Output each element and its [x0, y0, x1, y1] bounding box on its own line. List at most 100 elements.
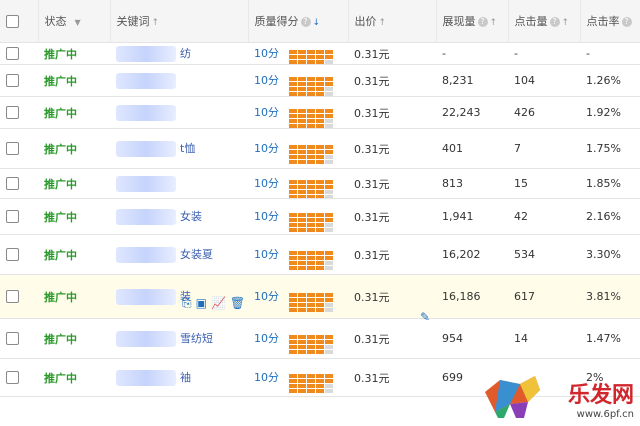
help-icon[interactable]: ?	[477, 17, 488, 27]
clicks-cell: 14	[508, 318, 580, 359]
row-checkbox[interactable]	[0, 358, 38, 397]
bid-header[interactable]: 出价 ↑	[348, 0, 437, 43]
clicks-cell: 426	[508, 96, 580, 129]
clicks-header[interactable]: 点击量? ↑	[508, 0, 581, 43]
quality-score[interactable]: 10分	[254, 47, 279, 60]
blurred-keyword	[116, 72, 176, 89]
blurred-keyword	[116, 209, 176, 225]
sort-icon[interactable]: ↑	[490, 18, 498, 28]
bid-cell[interactable]: 0.31元	[348, 96, 436, 129]
row-tools: ⎘ ▣ 📈 🗑	[182, 296, 249, 311]
status-cell: 推广中	[38, 234, 110, 275]
table-row: 推广中 女装 10分 0.31元 1,941 42 2.16%	[0, 198, 640, 235]
impressions-header[interactable]: 展现量? ↑	[436, 0, 509, 43]
quality-cell: 10分	[248, 128, 348, 169]
keyword-cell[interactable]: 女装	[110, 198, 248, 235]
quality-cell: 10分	[248, 96, 348, 129]
quality-score[interactable]: 10分	[254, 248, 279, 261]
row-checkbox[interactable]	[0, 274, 38, 319]
quality-cell: 10分	[248, 318, 348, 359]
table-row: 推广中 10分 0.31元 8,231 104 1.26%	[0, 64, 640, 97]
keyword-cell[interactable]	[110, 168, 248, 199]
bid-cell[interactable]: 0.31元	[348, 318, 436, 359]
keyword-header[interactable]: 关键词 ↑	[110, 0, 249, 43]
help-icon[interactable]: ?	[300, 17, 311, 27]
status-header[interactable]: 状态 ▼	[38, 0, 111, 43]
ctr-cell: 1.92%	[580, 96, 640, 129]
table-row: 推广中纺 10分 0.31元 - - -	[0, 42, 640, 65]
quality-cell: 10分	[248, 274, 348, 319]
quality-bars-icon	[289, 44, 334, 64]
quality-score[interactable]: 10分	[254, 290, 279, 303]
quality-score[interactable]: 10分	[254, 332, 279, 345]
status-cell: 推广中	[38, 198, 110, 235]
row-checkbox[interactable]	[0, 42, 38, 65]
quality-score[interactable]: 10分	[254, 106, 279, 119]
quality-score[interactable]: 10分	[254, 210, 279, 223]
watermark: 乐发网 www.6pf.cn	[568, 377, 634, 420]
quality-bars-icon	[289, 245, 334, 270]
ctr-cell: 1.26%	[580, 64, 640, 97]
clicks-cell: -	[508, 42, 580, 65]
keyword-cell[interactable]	[110, 64, 248, 97]
blurred-keyword	[116, 331, 176, 347]
row-checkbox[interactable]	[0, 64, 38, 97]
bid-cell[interactable]: 0.31元	[348, 198, 436, 235]
edit-box-icon[interactable]: ▣	[196, 296, 207, 310]
quality-score[interactable]: 10分	[254, 177, 279, 190]
bid-cell[interactable]: 0.31元	[348, 128, 436, 169]
keyword-cell[interactable]: 袖	[110, 358, 248, 397]
sort-icon[interactable]: ↑	[152, 18, 160, 28]
bid-cell[interactable]: 0.31元	[348, 234, 436, 275]
row-checkbox[interactable]	[0, 198, 38, 235]
keyword-cell[interactable]	[110, 96, 248, 129]
ctr-cell: 3.81%	[580, 274, 640, 319]
bid-cell[interactable]: 0.31元	[348, 64, 436, 97]
sort-icon[interactable]: ↑	[562, 18, 570, 28]
quality-cell: 10分	[248, 358, 348, 397]
quality-cell: 10分	[248, 42, 348, 65]
impressions-cell: 16,186	[436, 274, 508, 319]
status-cell: 推广中	[38, 42, 110, 65]
bid-cell[interactable]: 0.31元	[348, 358, 436, 397]
row-checkbox[interactable]	[0, 168, 38, 199]
status-cell: 推广中	[38, 64, 110, 97]
impressions-cell: 16,202	[436, 234, 508, 275]
bid-cell[interactable]: 0.31元	[348, 168, 436, 199]
quality-score[interactable]: 10分	[254, 371, 279, 384]
select-all-checkbox[interactable]	[0, 0, 39, 43]
keyword-table: 状态 ▼ 关键词 ↑ 质量得分? ↓ 出价 ↑ 展现量? ↑ 点击量? ↑ 点击率? 推广中…	[0, 0, 640, 397]
row-checkbox[interactable]	[0, 128, 38, 169]
help-icon[interactable]: ?	[549, 17, 560, 27]
help-icon[interactable]: ?	[621, 17, 632, 27]
row-checkbox[interactable]	[0, 234, 38, 275]
quality-bars-icon	[289, 71, 334, 96]
quality-score[interactable]: 10分	[254, 142, 279, 155]
quality-score[interactable]: 10分	[254, 74, 279, 87]
row-checkbox[interactable]	[0, 318, 38, 359]
sort-down-icon[interactable]: ↓	[313, 18, 321, 28]
quality-cell: 10分	[248, 64, 348, 97]
bid-cell[interactable]: 0.31元	[348, 42, 436, 65]
quality-bars-icon	[289, 287, 334, 312]
quality-bars-icon	[289, 329, 334, 354]
quality-bars-icon	[289, 103, 334, 128]
delete-icon[interactable]: 🗑	[230, 296, 245, 310]
clicks-cell: 104	[508, 64, 580, 97]
chevron-down-icon[interactable]: ▼	[75, 18, 81, 27]
copy-icon[interactable]: ⎘	[182, 296, 192, 310]
keyword-cell[interactable]: 女装夏	[110, 234, 248, 275]
edit-pencil-icon[interactable]: ✎	[420, 310, 430, 324]
keyword-cell[interactable]: 纺	[110, 42, 248, 65]
ctr-header[interactable]: 点击率?	[580, 0, 640, 43]
table-row: 推广中 t恤 10分 0.31元 401 7 1.75%	[0, 128, 640, 169]
row-checkbox[interactable]	[0, 96, 38, 129]
trend-chart-icon[interactable]: 📈	[211, 296, 226, 310]
keyword-cell[interactable]: 雪纺短	[110, 318, 248, 359]
ctr-cell: 3.30%	[580, 234, 640, 275]
keyword-cell[interactable]: t恤	[110, 128, 248, 169]
ctr-cell: 1.47%	[580, 318, 640, 359]
table-header: 状态 ▼ 关键词 ↑ 质量得分? ↓ 出价 ↑ 展现量? ↑ 点击量? ↑ 点击率?	[0, 0, 640, 43]
quality-header[interactable]: 质量得分? ↓	[248, 0, 349, 43]
sort-icon[interactable]: ↑	[379, 18, 387, 28]
